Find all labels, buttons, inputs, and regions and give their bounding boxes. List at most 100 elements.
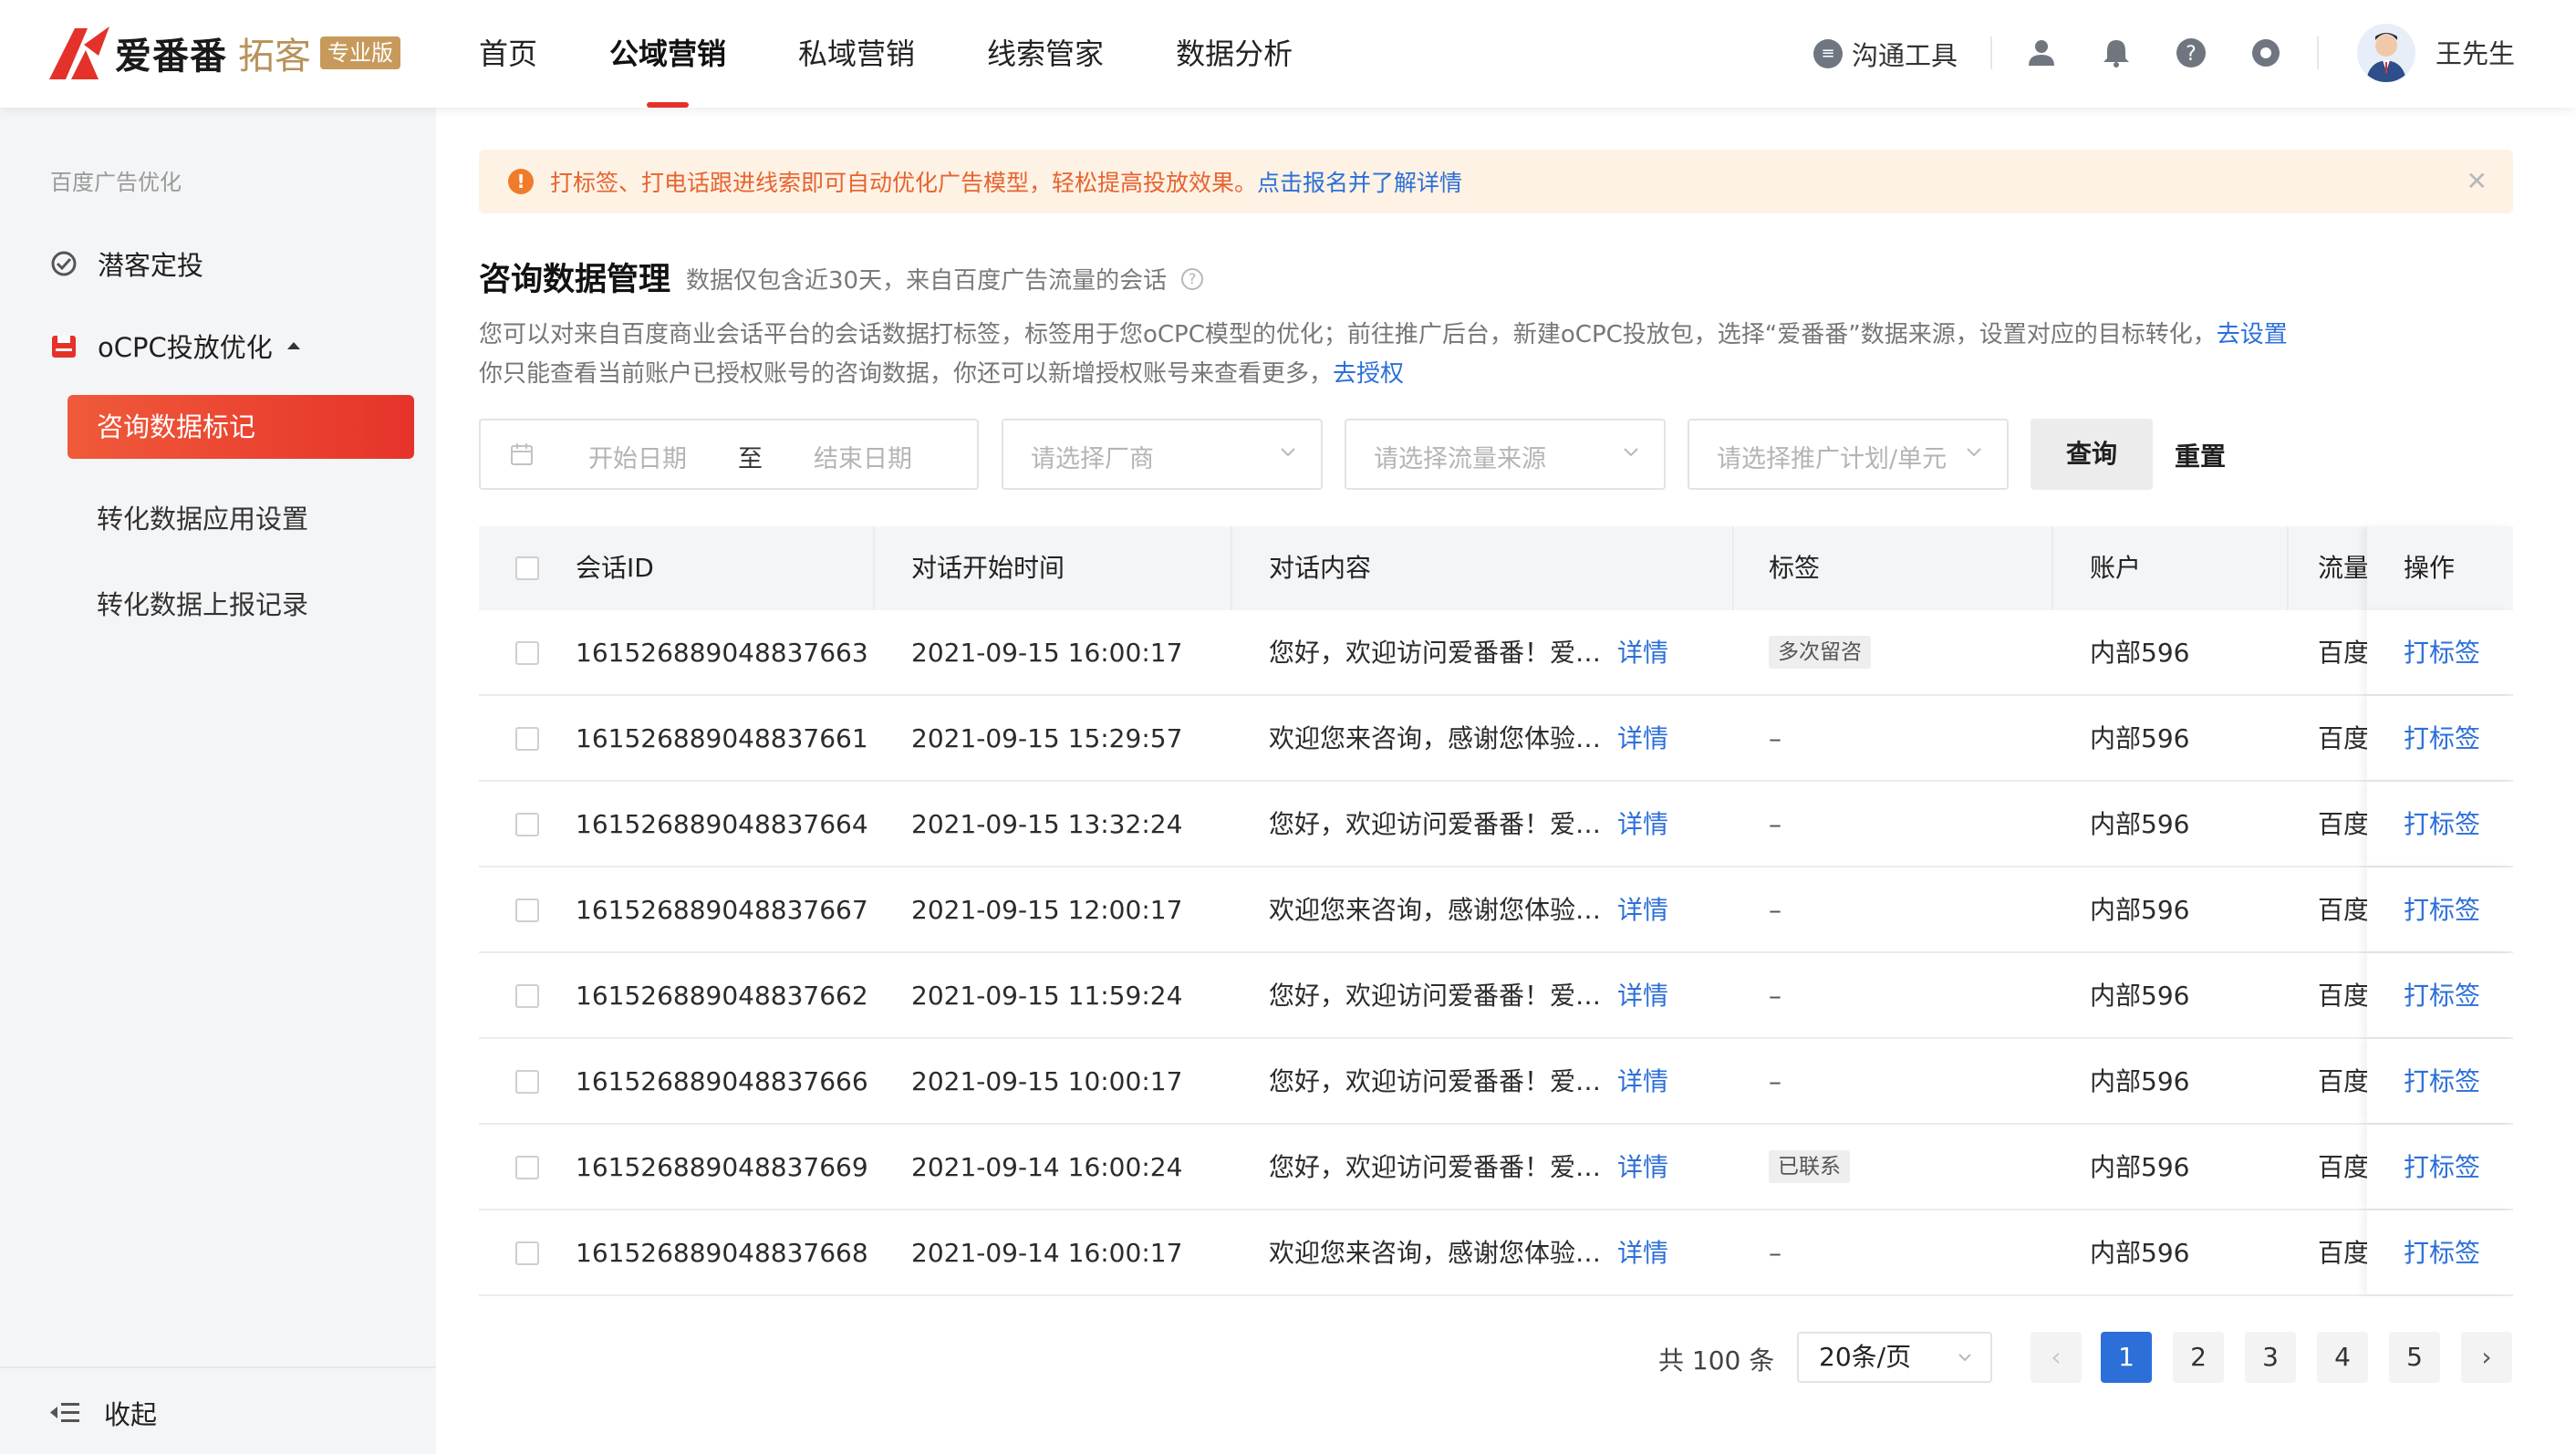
header-account: 账户	[2090, 553, 2142, 583]
traffic-source-select[interactable]: 请选择流量来源	[1345, 419, 1666, 490]
tag-action-link[interactable]: 打标签	[2404, 1210, 2480, 1296]
header-content: 对话内容	[1269, 553, 1372, 583]
nav-data-analysis[interactable]: 数据分析	[1176, 0, 1293, 108]
action-cell: 打标签	[2367, 1125, 2513, 1209]
user-avatar[interactable]	[2357, 24, 2415, 82]
cell-traffic: 百度	[2318, 1066, 2370, 1096]
sidebar: 百度广告优化 潜客定投 oCPC投放优化 咨询数据标记 转化数据应用设置 转化数…	[0, 108, 436, 1454]
row-checkbox[interactable]	[515, 1070, 539, 1094]
close-icon[interactable]: ✕	[2467, 166, 2488, 196]
user-name[interactable]: 王先生	[2436, 35, 2515, 73]
campaign-select[interactable]: 请选择推广计划/单元	[1688, 419, 2009, 490]
help-circle-icon[interactable]: ?	[1181, 267, 1204, 290]
cell-traffic: 百度	[2318, 1238, 2370, 1268]
go-authorize-link[interactable]: 去授权	[1333, 360, 1404, 388]
cell-session-id: 161526889048837662	[576, 981, 868, 1011]
table-row: 161526889048837662 2021-09-15 11:59:24 您好，…	[479, 953, 2513, 1039]
tag-action-link[interactable]: 打标签	[2404, 1039, 2480, 1125]
avatar-icon	[2366, 33, 2406, 82]
tag-action-link[interactable]: 打标签	[2404, 1125, 2480, 1210]
page-button-3[interactable]: 3	[2245, 1332, 2296, 1383]
row-checkbox[interactable]	[515, 1241, 539, 1265]
row-checkbox[interactable]	[515, 984, 539, 1008]
table-row: 161526889048837668 2021-09-14 16:00:17 欢迎您…	[479, 1210, 2513, 1296]
communication-tool-button[interactable]: ≡ 沟通工具	[1813, 35, 1958, 73]
row-checkbox[interactable]	[515, 813, 539, 836]
go-settings-link[interactable]: 去设置	[2217, 321, 2288, 348]
brand-logo[interactable]: 爱番番 拓客 专业版	[47, 24, 400, 82]
detail-link[interactable]: 详情	[1617, 782, 1668, 867]
table-row: 161526889048837669 2021-09-14 16:00:24 您好，…	[479, 1125, 2513, 1210]
page-button-2[interactable]: 2	[2173, 1332, 2224, 1383]
chevron-down-icon	[1967, 448, 1981, 457]
header-divider	[1990, 36, 1992, 69]
action-cell: 打标签	[2367, 696, 2513, 780]
alert-text: 打标签、打电话跟进线索即可自动优化广告模型，轻松提高投放效果。	[550, 170, 1258, 196]
next-page-button[interactable]: ›	[2461, 1332, 2512, 1383]
campaign-select-placeholder: 请选择推广计划/单元	[1717, 445, 1948, 473]
user-check-icon[interactable]	[2025, 36, 2058, 69]
tag-action-link[interactable]: 打标签	[2404, 867, 2480, 953]
nav-private-marketing[interactable]: 私域营销	[798, 0, 915, 108]
row-checkbox[interactable]	[515, 1156, 539, 1179]
cell-account: 内部596	[2090, 1066, 2190, 1096]
page-button-5[interactable]: 5	[2389, 1332, 2440, 1383]
end-date-placeholder[interactable]: 结束日期	[814, 439, 912, 474]
date-range-picker[interactable]: 开始日期 至 结束日期	[479, 419, 979, 490]
vendor-select[interactable]: 请选择厂商	[1002, 419, 1323, 490]
tag-action-link[interactable]: 打标签	[2404, 696, 2480, 782]
row-checkbox[interactable]	[515, 727, 539, 751]
chat-icon: ≡	[1813, 39, 1843, 68]
detail-link[interactable]: 详情	[1617, 867, 1668, 953]
sidebar-subitem-conversion-records[interactable]: 转化数据上报记录	[97, 584, 308, 622]
cell-traffic: 百度	[2318, 895, 2370, 925]
detail-link[interactable]: 详情	[1617, 696, 1668, 782]
tag-action-link[interactable]: 打标签	[2404, 610, 2480, 696]
tag-action-link[interactable]: 打标签	[2404, 782, 2480, 867]
detail-link[interactable]: 详情	[1617, 1210, 1668, 1296]
cell-tag-empty: –	[1769, 809, 1781, 839]
chevron-down-icon	[1624, 448, 1638, 457]
nav-home[interactable]: 首页	[479, 0, 537, 108]
sidebar-collapse-button[interactable]: 收起	[0, 1366, 436, 1454]
description-text: 你只能查看当前账户已授权账号的咨询数据，你还可以新增授权账号来查看更多，	[479, 360, 1334, 388]
sidebar-subitem-conversion-settings[interactable]: 转化数据应用设置	[97, 498, 308, 536]
page-button-1[interactable]: 1	[2101, 1332, 2152, 1383]
warning-icon: !	[508, 169, 534, 194]
action-cell: 打标签	[2367, 953, 2513, 1037]
cell-session-id: 161526889048837669	[576, 1152, 868, 1182]
page-size-select[interactable]: 20条/页	[1797, 1332, 1992, 1383]
header-start-time: 对话开始时间	[911, 553, 1065, 583]
detail-link[interactable]: 详情	[1617, 953, 1668, 1039]
cell-tag-empty: –	[1769, 1238, 1781, 1268]
brand-sub: 拓客	[238, 36, 311, 78]
start-date-placeholder[interactable]: 开始日期	[588, 439, 687, 474]
cell-account: 内部596	[2090, 1238, 2190, 1268]
nav-lead-manager[interactable]: 线索管家	[987, 0, 1104, 108]
cell-session-id: 161526889048837661	[576, 723, 868, 753]
alert-signup-link[interactable]: 点击报名并了解详情	[1257, 165, 1462, 198]
row-checkbox[interactable]	[515, 641, 539, 665]
detail-link[interactable]: 详情	[1617, 1125, 1668, 1210]
sidebar-subitem-consult-tagging[interactable]: 咨询数据标记	[68, 395, 414, 459]
page-note-text: 数据仅包含近30天，来自百度广告流量的会话	[686, 267, 1168, 295]
detail-link[interactable]: 详情	[1617, 1039, 1668, 1125]
row-checkbox[interactable]	[515, 898, 539, 922]
help-icon[interactable]: ?	[2175, 36, 2207, 69]
detail-link[interactable]: 详情	[1617, 610, 1668, 696]
bell-icon[interactable]	[2100, 36, 2133, 69]
sidebar-item-prospect[interactable]: 潜客定投	[50, 244, 203, 283]
settings-icon[interactable]	[2249, 36, 2282, 69]
header-session-id: 会话ID	[576, 553, 654, 583]
prev-page-button[interactable]: ‹	[2031, 1332, 2082, 1383]
query-button[interactable]: 查询	[2031, 419, 2153, 490]
cell-tag-badge: 多次留咨	[1769, 636, 1871, 669]
nav-public-marketing[interactable]: 公域营销	[609, 0, 726, 108]
column-divider	[1231, 526, 1232, 610]
tag-action-link[interactable]: 打标签	[2404, 953, 2480, 1039]
page-button-4[interactable]: 4	[2317, 1332, 2368, 1383]
select-all-checkbox[interactable]	[515, 556, 539, 580]
consult-data-table: 会话ID 对话开始时间 对话内容 标签 账户 流量 操作 16152688904…	[479, 526, 2513, 1296]
sidebar-item-ocpc[interactable]: oCPC投放优化	[50, 327, 302, 365]
reset-button[interactable]: 重置	[2175, 437, 2226, 473]
